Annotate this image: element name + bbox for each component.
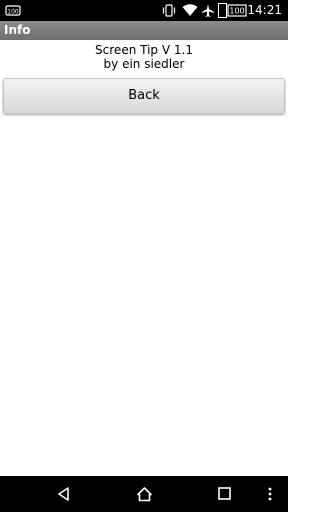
battery-icon: 100 [218, 3, 247, 18]
status-bar: 100 100 14:21 [0, 0, 288, 21]
back-button[interactable]: Back [3, 78, 285, 114]
app-version-text: Screen Tip V 1.1 [95, 43, 193, 57]
svg-text:100: 100 [7, 9, 19, 16]
title-bar: Info [0, 21, 288, 40]
wifi-icon [182, 4, 198, 16]
navigation-bar [0, 476, 288, 512]
info-content: Screen Tip V 1.1 by ein siedler Back [0, 40, 288, 114]
page-title: Info [4, 23, 31, 37]
author-text: by ein siedler [103, 57, 185, 71]
vibrate-icon [162, 4, 176, 17]
vertical-dots-icon[interactable] [266, 486, 274, 502]
home-icon[interactable] [136, 486, 153, 502]
square-recents-icon[interactable] [217, 486, 233, 502]
battery-level: 100 [229, 7, 244, 16]
status-time: 14:21 [247, 3, 282, 17]
airplane-icon [202, 4, 214, 17]
notification-app-icon: 100 [5, 5, 21, 16]
triangle-back-icon[interactable] [56, 486, 72, 502]
